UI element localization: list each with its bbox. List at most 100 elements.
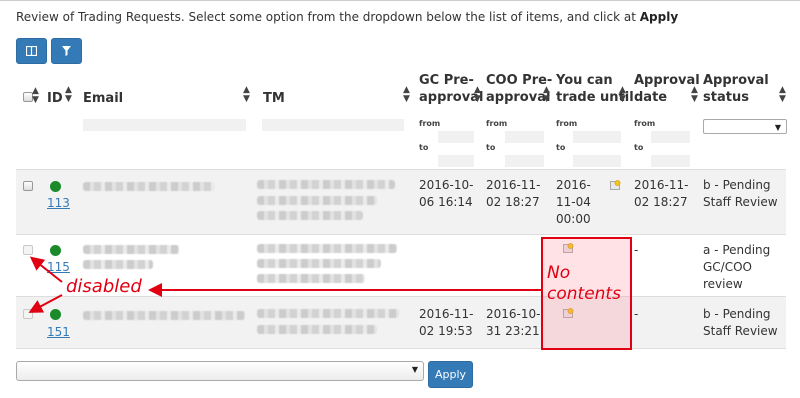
row-id-link[interactable]: 115: [47, 260, 70, 274]
intro-sentence: Review of Trading Requests. Select some …: [16, 10, 640, 24]
approval-date-cell: -: [634, 307, 639, 321]
cell-line: 11-04: [556, 195, 591, 209]
header-approval-status[interactable]: Approval status: [703, 72, 769, 106]
sort-icon[interactable]: ▲ ▼: [65, 86, 72, 104]
redacted-tm: [257, 325, 377, 334]
email-filter-input[interactable]: [83, 119, 246, 131]
filter-icon: [62, 46, 71, 56]
tm-filter-input[interactable]: [262, 119, 404, 131]
redacted-tm: [257, 196, 377, 205]
to-label: to: [556, 143, 566, 152]
trade-to-input[interactable]: [573, 155, 621, 167]
gc-from-input[interactable]: [438, 131, 474, 143]
sort-icon[interactable]: ▲ ▼: [691, 86, 698, 104]
redacted-email: [83, 260, 153, 269]
cell-line: 2016-11-: [486, 178, 541, 192]
row-id-link[interactable]: 113: [47, 196, 70, 210]
redacted-tm: [257, 244, 397, 253]
header-line: status: [703, 90, 749, 105]
bulk-action-select[interactable]: ▼: [16, 361, 424, 381]
redacted-tm: [257, 211, 363, 220]
cell-line: 2016-11-: [419, 307, 474, 321]
cell-line: Staff Review: [703, 195, 778, 209]
cell-line: 31 23:21: [486, 324, 540, 338]
sort-icon[interactable]: ▲ ▼: [243, 86, 250, 104]
cell-line: a - Pending: [703, 243, 771, 257]
from-label: from: [419, 119, 441, 128]
from-label: from: [486, 119, 508, 128]
columns-button[interactable]: [16, 38, 47, 64]
cell-line: Staff Review: [703, 324, 778, 338]
redacted-tm: [257, 309, 399, 318]
cell-line: 2016-10-: [486, 307, 541, 321]
annotation-no: No: [547, 263, 571, 283]
appdate-from-input[interactable]: [651, 131, 690, 143]
cell-line: 2016-: [556, 178, 591, 192]
cell-line: GC/COO: [703, 260, 752, 274]
top-border: [0, 0, 800, 6]
cell-line: b - Pending: [703, 307, 771, 321]
header-email[interactable]: Email: [83, 90, 123, 107]
sort-icon[interactable]: ▲ ▼: [474, 86, 481, 104]
status-filter-select[interactable]: ▼: [703, 119, 787, 134]
header-id[interactable]: ID: [47, 90, 63, 107]
sort-icon[interactable]: ▲ ▼: [32, 87, 39, 105]
row-checkbox[interactable]: [23, 181, 33, 191]
gc-to-input[interactable]: [438, 155, 474, 167]
approval-date-cell: 2016-11- 02 18:27: [634, 177, 688, 211]
intro-text: Review of Trading Requests. Select some …: [16, 10, 678, 24]
row-checkbox-disabled: [23, 245, 33, 255]
header-line: Approval: [634, 73, 700, 88]
annotation-contents: contents: [547, 284, 621, 304]
cell-line: 02 18:27: [486, 195, 540, 209]
status-dot-icon: [50, 245, 61, 256]
caret-down-icon: ▼: [411, 365, 418, 374]
redacted-email: [83, 311, 245, 320]
cell-line: 2016-10-: [419, 178, 474, 192]
trade-from-input[interactable]: [573, 131, 621, 143]
coo-preapproval-cell: 2016-10- 31 23:21: [486, 306, 540, 340]
header-approval-date[interactable]: Approval date: [634, 72, 700, 106]
cell-line: 06 16:14: [419, 195, 473, 209]
coo-to-input[interactable]: [505, 155, 544, 167]
note-icon[interactable]: [610, 180, 621, 190]
sort-icon[interactable]: ▲ ▼: [619, 86, 626, 104]
redacted-tm: [257, 180, 395, 189]
sort-icon[interactable]: ▲ ▼: [403, 86, 410, 104]
redacted-email: [83, 245, 179, 254]
header-line: Approval: [703, 73, 769, 88]
cell-line: 02 18:27: [634, 195, 688, 209]
to-label: to: [419, 143, 429, 152]
from-label: from: [556, 119, 578, 128]
row-id-link[interactable]: 151: [47, 325, 70, 339]
cell-line: b - Pending: [703, 178, 771, 192]
table-row: [16, 296, 786, 349]
redacted-tm: [257, 259, 381, 268]
to-label: to: [634, 143, 644, 152]
redacted-email: [83, 182, 215, 191]
cell-line: 2016-11-: [634, 178, 689, 192]
cell-line: review: [703, 277, 743, 291]
appdate-to-input[interactable]: [651, 155, 690, 167]
approval-status-cell: b - Pending Staff Review: [703, 306, 778, 340]
approval-status-cell: a - Pending GC/COO review: [703, 242, 770, 293]
cell-line: 02 19:53: [419, 324, 473, 338]
columns-icon: [26, 46, 37, 56]
apply-button[interactable]: Apply: [428, 361, 473, 388]
coo-from-input[interactable]: [505, 131, 544, 143]
to-label: to: [486, 143, 496, 152]
approval-status-cell: b - Pending Staff Review: [703, 177, 778, 211]
status-dot-icon: [50, 309, 61, 320]
caret-down-icon: ▼: [774, 123, 781, 132]
gc-preapproval-cell: 2016-10- 06 16:14: [419, 177, 473, 211]
trade-until-cell: 2016- 11-04 00:00: [556, 177, 591, 228]
annotation-disabled: disabled: [66, 276, 142, 297]
intro-apply-bold: Apply: [639, 10, 679, 24]
coo-preapproval-cell: 2016-11- 02 18:27: [486, 177, 540, 211]
header-tm[interactable]: TM: [263, 90, 285, 107]
filter-button[interactable]: [51, 38, 82, 64]
gc-preapproval-cell: 2016-11- 02 19:53: [419, 306, 473, 340]
sort-icon[interactable]: ▲ ▼: [779, 86, 786, 104]
row-checkbox-disabled: [23, 309, 33, 319]
sort-icon[interactable]: ▲ ▼: [543, 86, 550, 104]
